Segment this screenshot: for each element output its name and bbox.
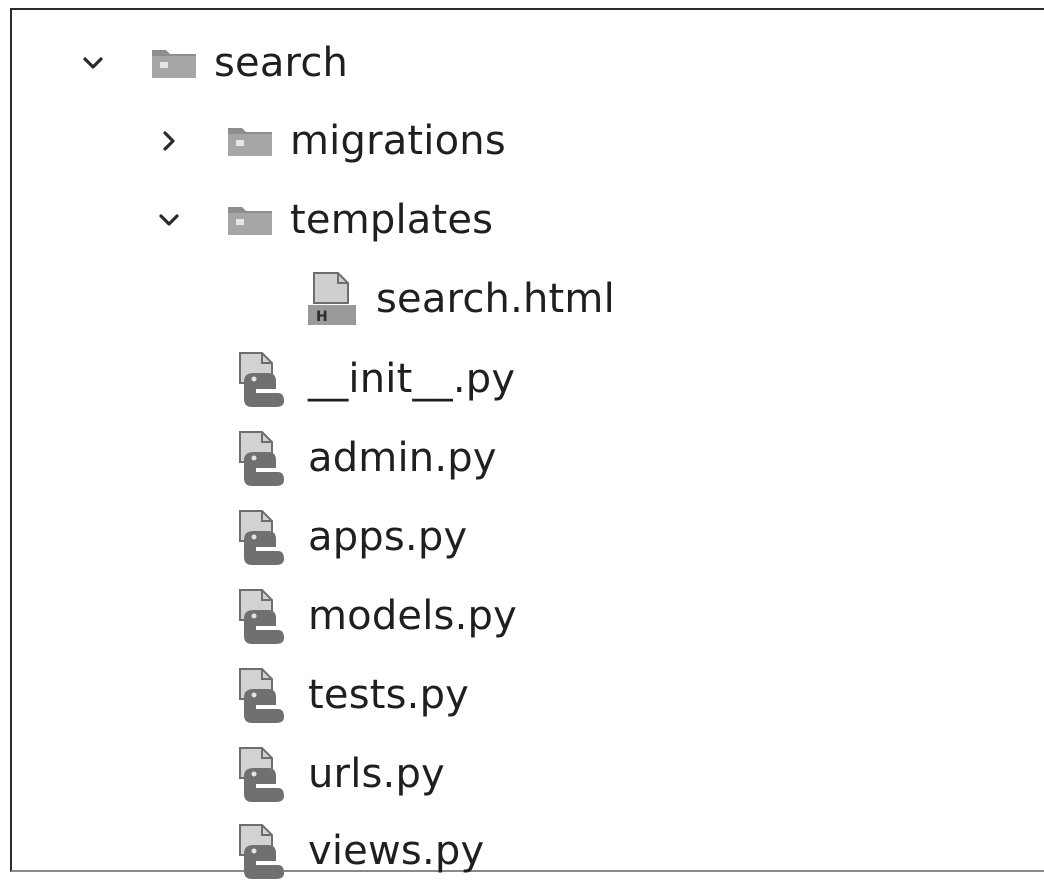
tree-row-models-py[interactable]: models.py [234, 581, 517, 651]
tree-row-urls-py[interactable]: urls.py [234, 739, 445, 809]
python-file-icon [234, 352, 294, 407]
tree-row-views-py[interactable]: views.py [234, 816, 484, 886]
tree-item-label: models.py [308, 593, 517, 639]
python-file-icon [234, 510, 294, 565]
chevron-down-icon[interactable] [82, 52, 104, 74]
tree-row-tests-py[interactable]: tests.py [234, 660, 469, 730]
folder-icon [150, 43, 200, 83]
tree-row-apps-py[interactable]: apps.py [234, 502, 467, 572]
tree-item-label: migrations [290, 118, 506, 164]
tree-item-label: apps.py [308, 514, 468, 560]
tree-item-label: admin.py [308, 435, 497, 481]
tree-row-search-html[interactable]: H search.html [304, 264, 615, 334]
tree-item-label: tests.py [308, 672, 470, 718]
tree-item-label: views.py [308, 828, 485, 874]
tree-item-label: search [214, 40, 349, 86]
tree-item-label: urls.py [308, 751, 445, 797]
tree-row-migrations[interactable]: migrations [158, 106, 506, 176]
tree-row-admin-py[interactable]: admin.py [234, 423, 497, 493]
tree-item-label: search.html [376, 276, 615, 322]
tree-item-label: __init__.py [308, 356, 516, 402]
tree-row-init-py[interactable]: __init__.py [234, 344, 515, 414]
tree-item-label: templates [290, 197, 494, 243]
svg-text:H: H [316, 309, 328, 325]
html-file-icon: H [304, 272, 362, 325]
chevron-down-icon[interactable] [158, 209, 180, 231]
tree-row-templates[interactable]: templates [158, 185, 493, 255]
folder-icon [226, 121, 276, 161]
python-file-icon [234, 668, 294, 723]
folder-icon [226, 200, 276, 240]
python-file-icon [234, 747, 294, 802]
python-file-icon [234, 431, 294, 486]
chevron-right-icon[interactable] [158, 130, 180, 152]
python-file-icon [234, 824, 294, 879]
tree-row-search[interactable]: search [82, 28, 348, 98]
python-file-icon [234, 589, 294, 644]
project-tree-panel: search migrations templates H search.htm… [10, 8, 1044, 879]
